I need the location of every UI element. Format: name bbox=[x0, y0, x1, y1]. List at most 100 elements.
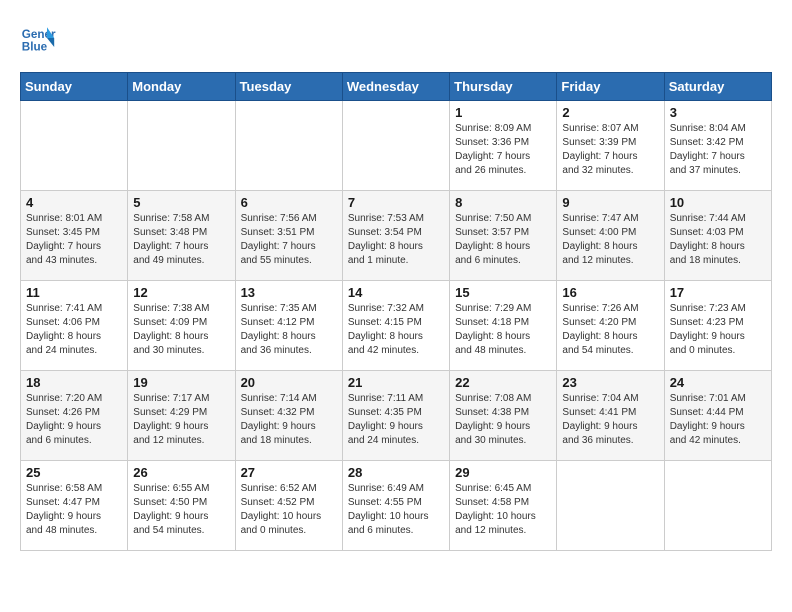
day-number: 25 bbox=[26, 465, 122, 480]
calendar-cell: 14Sunrise: 7:32 AM Sunset: 4:15 PM Dayli… bbox=[342, 281, 449, 371]
day-number: 1 bbox=[455, 105, 551, 120]
calendar-cell: 1Sunrise: 8:09 AM Sunset: 3:36 PM Daylig… bbox=[450, 101, 557, 191]
calendar-week-row: 11 Sunrise: 7:41 AM Sunset: 4:06 PM Dayli… bbox=[21, 281, 772, 371]
day-info: Sunrise: 7:04 AM Sunset: 4:41 PM Dayligh… bbox=[562, 392, 658, 448]
calendar-cell: 7 Sunrise: 7:53 AM Sunset: 3:54 PM Daylig… bbox=[342, 191, 449, 281]
day-info: Sunrise: 6:52 AM Sunset: 4:52 PM Dayligh… bbox=[241, 482, 337, 538]
calendar-week-row: 4 Sunrise: 8:01 AM Sunset: 3:45 PM Daylig… bbox=[21, 191, 772, 281]
day-number: 26 bbox=[133, 465, 229, 480]
weekday-header-thursday: Thursday bbox=[450, 73, 557, 101]
weekday-header-friday: Friday bbox=[557, 73, 664, 101]
day-info: Sunrise: 7:32 AM Sunset: 4:15 PM Dayligh… bbox=[348, 302, 444, 358]
weekday-header-sunday: Sunday bbox=[21, 73, 128, 101]
day-number: 11 bbox=[26, 285, 122, 300]
day-info: Sunrise: 7:47 AM Sunset: 4:00 PM Dayligh… bbox=[562, 212, 658, 268]
day-info: Sunrise: 6:58 AM Sunset: 4:47 PM Dayligh… bbox=[26, 482, 122, 538]
calendar-cell: 12 Sunrise: 7:38 AM Sunset: 4:09 PM Dayli… bbox=[128, 281, 235, 371]
day-number: 15 bbox=[455, 285, 551, 300]
day-info: Sunrise: 7:38 AM Sunset: 4:09 PM Dayligh… bbox=[133, 302, 229, 358]
day-number: 29 bbox=[455, 465, 551, 480]
calendar-cell: 19Sunrise: 7:17 AM Sunset: 4:29 PM Dayli… bbox=[128, 371, 235, 461]
calendar-cell: 6 Sunrise: 7:56 AM Sunset: 3:51 PM Daylig… bbox=[235, 191, 342, 281]
day-info: Sunrise: 7:44 AM Sunset: 4:03 PM Dayligh… bbox=[670, 212, 766, 268]
day-info: Sunrise: 7:20 AM Sunset: 4:26 PM Dayligh… bbox=[26, 392, 122, 448]
calendar-table: SundayMondayTuesdayWednesdayThursdayFrid… bbox=[20, 72, 772, 551]
day-number: 23 bbox=[562, 375, 658, 390]
calendar-cell: 4 Sunrise: 8:01 AM Sunset: 3:45 PM Daylig… bbox=[21, 191, 128, 281]
day-number: 21 bbox=[348, 375, 444, 390]
calendar-cell: 2 Sunrise: 8:07 AM Sunset: 3:39 PM Daylig… bbox=[557, 101, 664, 191]
calendar-cell: 24 Sunrise: 7:01 AM Sunset: 4:44 PM Dayli… bbox=[664, 371, 771, 461]
calendar-cell: 16 Sunrise: 7:26 AM Sunset: 4:20 PM Dayli… bbox=[557, 281, 664, 371]
day-number: 12 bbox=[133, 285, 229, 300]
day-info: Sunrise: 8:01 AM Sunset: 3:45 PM Dayligh… bbox=[26, 212, 122, 268]
day-info: Sunrise: 7:41 AM Sunset: 4:06 PM Dayligh… bbox=[26, 302, 122, 358]
header: General Blue bbox=[20, 20, 772, 56]
calendar-cell: 27 Sunrise: 6:52 AM Sunset: 4:52 PM Dayli… bbox=[235, 461, 342, 551]
day-info: Sunrise: 7:50 AM Sunset: 3:57 PM Dayligh… bbox=[455, 212, 551, 268]
day-number: 16 bbox=[562, 285, 658, 300]
svg-text:Blue: Blue bbox=[22, 41, 48, 54]
day-info: Sunrise: 7:58 AM Sunset: 3:48 PM Dayligh… bbox=[133, 212, 229, 268]
day-info: Sunrise: 7:53 AM Sunset: 3:54 PM Dayligh… bbox=[348, 212, 444, 268]
calendar-body: 1Sunrise: 8:09 AM Sunset: 3:36 PM Daylig… bbox=[21, 101, 772, 551]
calendar-cell: 13 Sunrise: 7:35 AM Sunset: 4:12 PM Dayli… bbox=[235, 281, 342, 371]
calendar-header: SundayMondayTuesdayWednesdayThursdayFrid… bbox=[21, 73, 772, 101]
calendar-cell: 15 Sunrise: 7:29 AM Sunset: 4:18 PM Dayli… bbox=[450, 281, 557, 371]
calendar-cell: 20 Sunrise: 7:14 AM Sunset: 4:32 PM Dayli… bbox=[235, 371, 342, 461]
day-number: 6 bbox=[241, 195, 337, 210]
calendar-cell: 17 Sunrise: 7:23 AM Sunset: 4:23 PM Dayli… bbox=[664, 281, 771, 371]
day-info: Sunrise: 7:56 AM Sunset: 3:51 PM Dayligh… bbox=[241, 212, 337, 268]
calendar-cell: 9Sunrise: 7:47 AM Sunset: 4:00 PM Daylig… bbox=[557, 191, 664, 281]
day-number: 5 bbox=[133, 195, 229, 210]
calendar-week-row: 1Sunrise: 8:09 AM Sunset: 3:36 PM Daylig… bbox=[21, 101, 772, 191]
day-info: Sunrise: 7:35 AM Sunset: 4:12 PM Dayligh… bbox=[241, 302, 337, 358]
day-info: Sunrise: 8:07 AM Sunset: 3:39 PM Dayligh… bbox=[562, 122, 658, 178]
calendar-cell bbox=[342, 101, 449, 191]
calendar-cell: 18 Sunrise: 7:20 AM Sunset: 4:26 PM Dayli… bbox=[21, 371, 128, 461]
day-number: 13 bbox=[241, 285, 337, 300]
calendar-cell: 10 Sunrise: 7:44 AM Sunset: 4:03 PM Dayli… bbox=[664, 191, 771, 281]
calendar-cell: 29 Sunrise: 6:45 AM Sunset: 4:58 PM Dayli… bbox=[450, 461, 557, 551]
calendar-cell: 25 Sunrise: 6:58 AM Sunset: 4:47 PM Dayli… bbox=[21, 461, 128, 551]
weekday-header-monday: Monday bbox=[128, 73, 235, 101]
day-number: 17 bbox=[670, 285, 766, 300]
calendar-cell: 21Sunrise: 7:11 AM Sunset: 4:35 PM Dayli… bbox=[342, 371, 449, 461]
weekday-header-wednesday: Wednesday bbox=[342, 73, 449, 101]
calendar-cell bbox=[128, 101, 235, 191]
calendar-cell: 8 Sunrise: 7:50 AM Sunset: 3:57 PM Daylig… bbox=[450, 191, 557, 281]
day-number: 3 bbox=[670, 105, 766, 120]
day-number: 27 bbox=[241, 465, 337, 480]
calendar-cell: 22Sunrise: 7:08 AM Sunset: 4:38 PM Dayli… bbox=[450, 371, 557, 461]
calendar-cell bbox=[557, 461, 664, 551]
day-info: Sunrise: 6:45 AM Sunset: 4:58 PM Dayligh… bbox=[455, 482, 551, 538]
day-info: Sunrise: 7:26 AM Sunset: 4:20 PM Dayligh… bbox=[562, 302, 658, 358]
day-info: Sunrise: 6:49 AM Sunset: 4:55 PM Dayligh… bbox=[348, 482, 444, 538]
day-info: Sunrise: 7:14 AM Sunset: 4:32 PM Dayligh… bbox=[241, 392, 337, 448]
calendar-cell: 28 Sunrise: 6:49 AM Sunset: 4:55 PM Dayli… bbox=[342, 461, 449, 551]
day-info: Sunrise: 7:29 AM Sunset: 4:18 PM Dayligh… bbox=[455, 302, 551, 358]
day-number: 20 bbox=[241, 375, 337, 390]
day-number: 10 bbox=[670, 195, 766, 210]
day-number: 2 bbox=[562, 105, 658, 120]
weekday-header-row: SundayMondayTuesdayWednesdayThursdayFrid… bbox=[21, 73, 772, 101]
day-info: Sunrise: 7:23 AM Sunset: 4:23 PM Dayligh… bbox=[670, 302, 766, 358]
calendar-cell: 23 Sunrise: 7:04 AM Sunset: 4:41 PM Dayli… bbox=[557, 371, 664, 461]
day-info: Sunrise: 7:01 AM Sunset: 4:44 PM Dayligh… bbox=[670, 392, 766, 448]
calendar-cell: 5 Sunrise: 7:58 AM Sunset: 3:48 PM Daylig… bbox=[128, 191, 235, 281]
day-number: 4 bbox=[26, 195, 122, 210]
day-number: 24 bbox=[670, 375, 766, 390]
calendar-cell bbox=[664, 461, 771, 551]
day-number: 28 bbox=[348, 465, 444, 480]
day-number: 8 bbox=[455, 195, 551, 210]
weekday-header-tuesday: Tuesday bbox=[235, 73, 342, 101]
weekday-header-saturday: Saturday bbox=[664, 73, 771, 101]
calendar-cell bbox=[21, 101, 128, 191]
day-number: 7 bbox=[348, 195, 444, 210]
calendar-week-row: 25 Sunrise: 6:58 AM Sunset: 4:47 PM Dayli… bbox=[21, 461, 772, 551]
day-info: Sunrise: 8:04 AM Sunset: 3:42 PM Dayligh… bbox=[670, 122, 766, 178]
day-number: 18 bbox=[26, 375, 122, 390]
logo-icon: General Blue bbox=[20, 20, 56, 56]
day-info: Sunrise: 7:17 AM Sunset: 4:29 PM Dayligh… bbox=[133, 392, 229, 448]
day-number: 22 bbox=[455, 375, 551, 390]
